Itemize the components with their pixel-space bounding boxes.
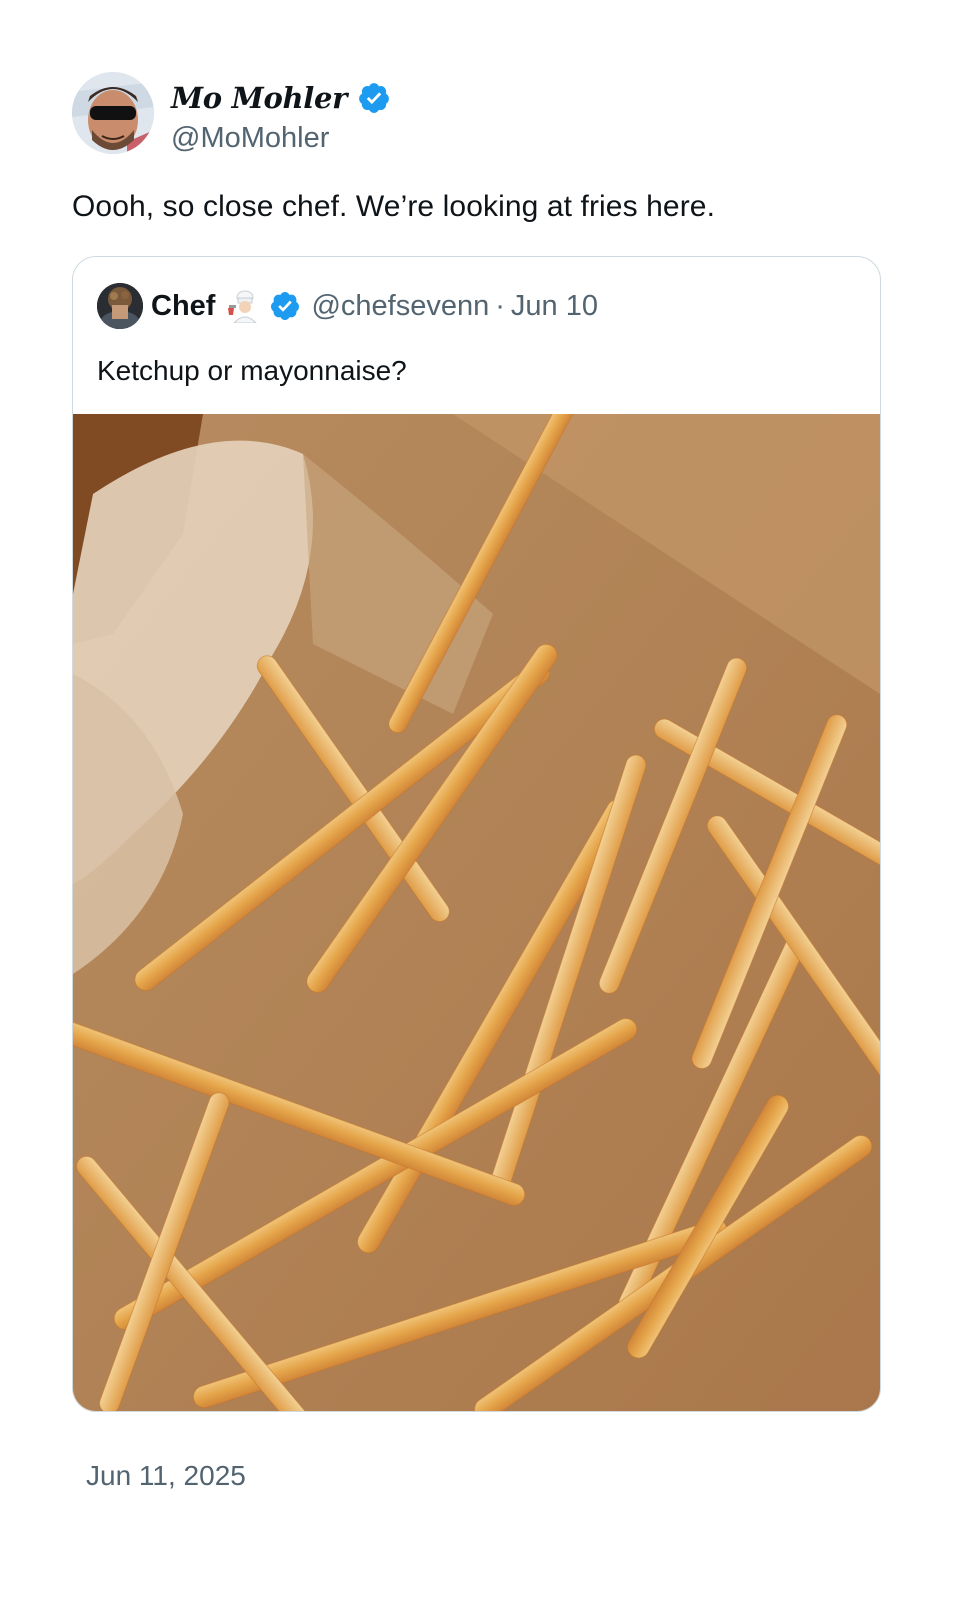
tweet-text: Oooh, so close chef. We’re looking at fr… [72,190,716,223]
quoted-tweet-image[interactable] [73,414,880,1411]
quoted-separator: · [495,289,505,322]
tweet: Mo Mohler @MoMohler Oooh, so close chef.… [0,0,970,1604]
author-name-row[interactable]: Mo Mohler [171,78,391,118]
quoted-tweet-text: Ketchup or mayonnaise? [97,355,407,386]
author-handle[interactable]: @MoMohler [171,122,329,155]
quoted-date[interactable]: Jun 10 [511,290,598,323]
author-name[interactable]: Mo Mohler [171,81,347,115]
quoted-author-avatar[interactable] [97,283,143,329]
author-avatar[interactable] [72,72,154,154]
quoted-verified-badge-icon [269,290,301,322]
quoted-tweet-card[interactable]: Chef @chefsevenn · Jun 10 Ketchup or may… [72,256,881,1412]
verified-badge-icon [357,81,391,115]
tweet-timestamp[interactable]: Jun 11, 2025 [86,1460,246,1492]
quoted-author-name[interactable]: Chef [151,290,215,323]
chef-emoji-icon [225,289,259,324]
quoted-author-handle[interactable]: @chefsevenn [311,290,489,323]
quoted-tweet-header: Chef @chefsevenn · Jun 10 [97,283,598,329]
